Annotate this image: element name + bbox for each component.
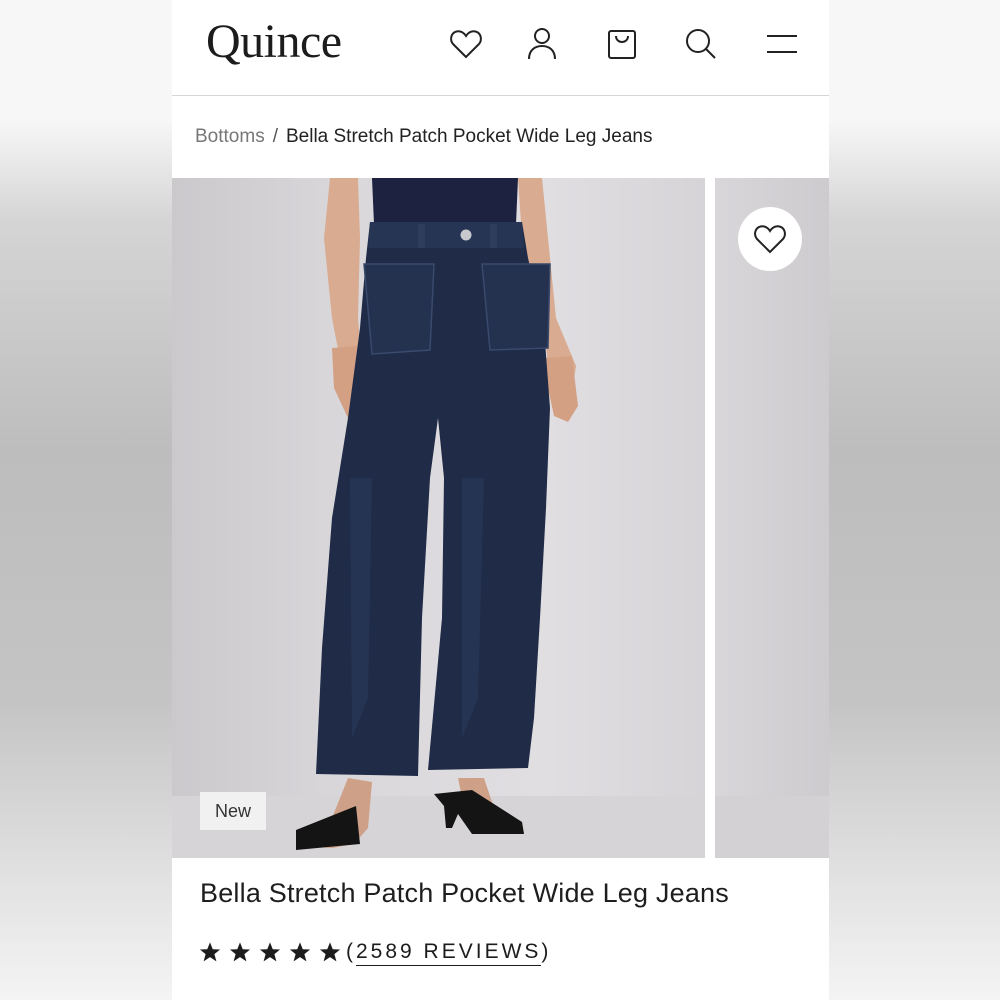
heart-icon — [754, 225, 786, 254]
star-icon — [318, 940, 342, 964]
wishlist-heart-icon[interactable] — [446, 24, 486, 64]
product-image-jeans[interactable]: New — [172, 178, 705, 858]
star-icon — [288, 940, 312, 964]
brand-logo[interactable]: Quince — [206, 14, 342, 69]
star-icon — [258, 940, 282, 964]
account-icon[interactable] — [522, 24, 562, 64]
reviews-link[interactable]: (2589 REVIEWS) — [346, 940, 552, 966]
background-left — [0, 0, 172, 1000]
reviews-close-paren: ) — [541, 940, 552, 963]
product-image-next[interactable] — [715, 178, 829, 858]
product-gallery[interactable]: New — [172, 178, 829, 858]
bag-icon[interactable] — [602, 24, 642, 64]
menu-icon[interactable] — [762, 24, 802, 64]
breadcrumb-separator: / — [272, 126, 278, 147]
product-rating[interactable]: (2589 REVIEWS) — [198, 940, 552, 966]
jeans-illustration — [172, 178, 705, 858]
new-badge: New — [200, 792, 266, 830]
breadcrumb: Bottoms / Bella Stretch Patch Pocket Wid… — [172, 96, 829, 178]
star-icon — [198, 940, 222, 964]
star-icon — [228, 940, 252, 964]
reviews-count: 2589 REVIEWS — [356, 940, 542, 966]
add-to-wishlist-button[interactable] — [738, 207, 802, 271]
search-icon[interactable] — [681, 24, 721, 64]
background-right — [828, 0, 1000, 1000]
next-image-floor — [715, 796, 829, 858]
breadcrumb-current: Bella Stretch Patch Pocket Wide Leg Jean… — [285, 126, 653, 147]
product-title: Bella Stretch Patch Pocket Wide Leg Jean… — [200, 878, 729, 908]
breadcrumb-bottoms-link[interactable]: Bottoms — [195, 126, 265, 148]
mobile-page: Quince Bottoms / Bella Stretch Patch Poc… — [172, 0, 829, 1000]
site-header: Quince — [172, 0, 829, 96]
reviews-open-paren: ( — [346, 940, 356, 963]
